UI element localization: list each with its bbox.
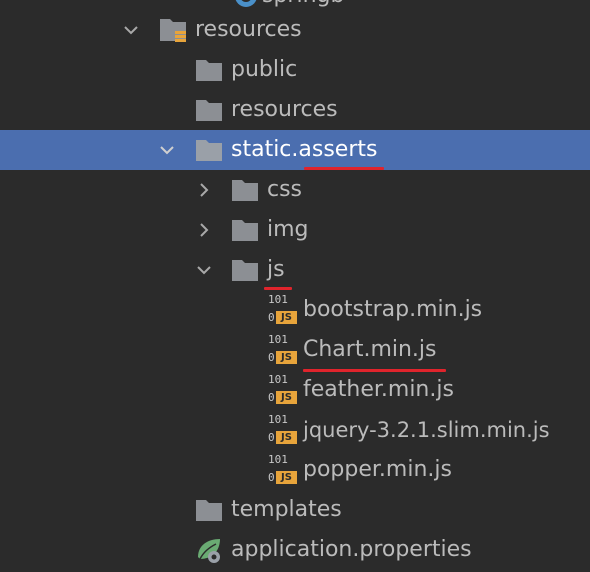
- tree-file-label: feather.min.js: [303, 377, 454, 402]
- folder-icon: [196, 500, 222, 521]
- folder-icon: [196, 100, 222, 121]
- tree-item-templates[interactable]: templates: [0, 490, 590, 530]
- js-file-icon: 101 0 JS: [268, 454, 298, 486]
- project-tree: springb resources public resources: [0, 0, 590, 572]
- tree-item-application-properties[interactable]: application.properties: [0, 530, 590, 570]
- tree-item-label: img: [267, 217, 309, 242]
- tree-item-label: js: [267, 257, 285, 282]
- chevron-right-icon[interactable]: [194, 180, 214, 200]
- tree-file-chart[interactable]: 101 0 JS Chart.min.js: [0, 330, 590, 370]
- tree-file-popper[interactable]: 101 0 JS popper.min.js: [0, 450, 590, 490]
- resources-folder-icon: [160, 19, 186, 42]
- tree-file-label: Chart.min.js: [303, 337, 437, 362]
- tree-file-label: popper.min.js: [303, 457, 452, 482]
- folder-icon: [232, 220, 258, 241]
- tree-item-label: resources: [231, 97, 338, 122]
- js-file-icon: 101 0 JS: [268, 414, 298, 446]
- tree-file-bootstrap[interactable]: 101 0 JS bootstrap.min.js: [0, 290, 590, 330]
- tree-item-label: public: [231, 57, 298, 82]
- tree-file-label: bootstrap.min.js: [303, 297, 483, 322]
- spring-properties-icon: [198, 539, 220, 563]
- chevron-right-icon[interactable]: [194, 220, 214, 240]
- tree-item-img[interactable]: img: [0, 210, 590, 250]
- js-file-icon: 101 0 JS: [268, 334, 298, 366]
- js-file-icon: 101 0 JS: [268, 374, 298, 406]
- tree-item-label: application.properties: [231, 537, 472, 562]
- tree-item-js[interactable]: js: [0, 250, 590, 290]
- folder-icon: [232, 180, 258, 201]
- tree-item-static-asserts[interactable]: static.asserts: [0, 130, 590, 170]
- chevron-down-icon[interactable]: [121, 20, 141, 40]
- folder-icon: [196, 60, 222, 81]
- tree-item-public[interactable]: public: [0, 50, 590, 90]
- tree-item-label: resources: [195, 17, 302, 42]
- tree-item-css[interactable]: css: [0, 170, 590, 210]
- js-file-icon: 101 0 JS: [268, 294, 298, 326]
- folder-icon: [196, 140, 222, 161]
- tree-file-feather[interactable]: 101 0 JS feather.min.js: [0, 370, 590, 410]
- chevron-down-icon[interactable]: [194, 260, 214, 280]
- tree-item-resources-root[interactable]: resources: [0, 10, 590, 50]
- chevron-down-icon[interactable]: [157, 140, 177, 160]
- tree-item-label: templates: [231, 497, 342, 522]
- tree-file-label: jquery-3.2.1.slim.min.js: [303, 418, 550, 442]
- tree-item-label: css: [267, 177, 303, 202]
- folder-icon: [232, 260, 258, 281]
- tree-file-jquery[interactable]: 101 0 JS jquery-3.2.1.slim.min.js: [0, 410, 590, 450]
- tree-item-label: static.asserts: [231, 137, 378, 162]
- tree-item-resources[interactable]: resources: [0, 90, 590, 130]
